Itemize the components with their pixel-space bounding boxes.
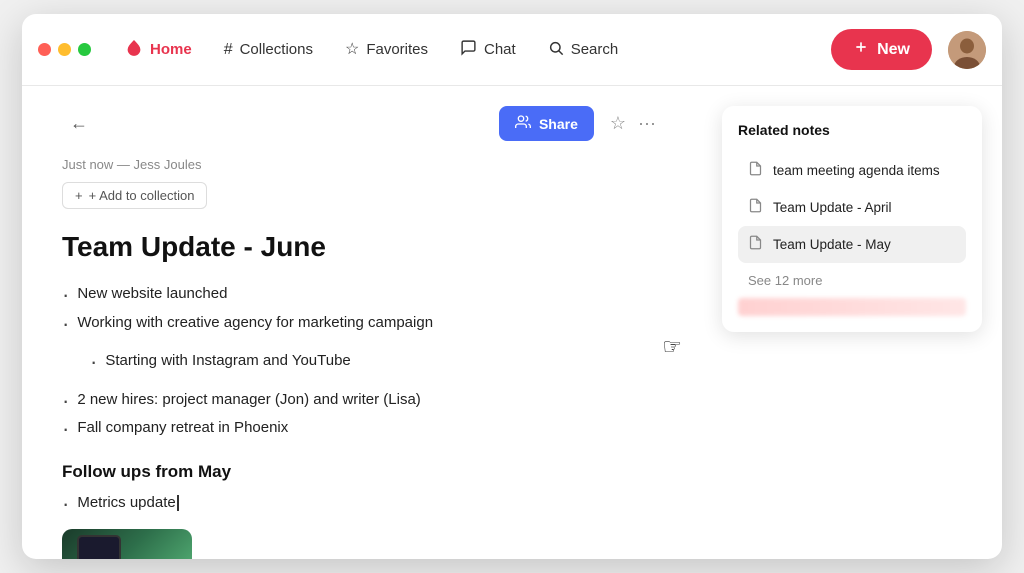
nav-chat-label: Chat	[484, 41, 516, 58]
related-note-label: Team Update - May	[773, 237, 891, 252]
main-nav: Home # Collections ☆ Favorites Chat	[111, 29, 986, 70]
list-item-text: 2 new hires: project manager (Jon) and w…	[77, 387, 420, 413]
followup-list: Metrics update	[62, 490, 662, 519]
traffic-light-red[interactable]	[38, 43, 51, 56]
image-preview	[62, 529, 192, 559]
list-item: 2 new hires: project manager (Jon) and w…	[62, 387, 662, 416]
list-item-text: Fall company retreat in Phoenix	[77, 415, 288, 441]
document-icon	[748, 161, 763, 180]
meta-text: Just now — Jess Joules	[62, 157, 662, 172]
document-title: Team Update - June	[62, 231, 662, 263]
list-item-text: Metrics update	[77, 490, 178, 516]
related-note-item-3[interactable]: Team Update - May	[738, 226, 966, 263]
related-note-item-2[interactable]: Team Update - April	[738, 189, 966, 226]
ellipsis-icon: ···	[638, 113, 656, 133]
nav-search-label: Search	[571, 41, 619, 58]
list-item: Fall company retreat in Phoenix	[62, 415, 662, 444]
share-button-label: Share	[539, 116, 578, 132]
list-item-text: Starting with Instagram and YouTube	[105, 348, 350, 374]
list-item-text: New website launched	[77, 281, 227, 307]
related-notes-title: Related notes	[738, 122, 966, 138]
related-notes-panel: Related notes team meeting agenda items	[702, 86, 1002, 559]
app-window: Home # Collections ☆ Favorites Chat	[22, 14, 1002, 559]
traffic-light-green[interactable]	[78, 43, 91, 56]
add-icon: +	[75, 188, 83, 203]
star-icon: ☆	[610, 113, 626, 133]
traffic-light-yellow[interactable]	[58, 43, 71, 56]
avatar-image	[948, 31, 986, 69]
section-heading: Follow ups from May	[62, 462, 662, 482]
list-item: New website launched	[62, 281, 662, 310]
text-cursor	[177, 495, 179, 511]
nav-home-label: Home	[150, 41, 192, 58]
see-more-link[interactable]: See 12 more	[738, 263, 966, 290]
bullet-list-2: 2 new hires: project manager (Jon) and w…	[62, 387, 662, 444]
nested-bullet-list: Starting with Instagram and YouTube	[90, 348, 662, 377]
list-item: Starting with Instagram and YouTube	[90, 348, 662, 377]
list-item: Working with creative agency for marketi…	[62, 310, 662, 339]
more-options-button[interactable]: ···	[632, 107, 662, 140]
related-note-item-1[interactable]: team meeting agenda items	[738, 152, 966, 189]
title-bar: Home # Collections ☆ Favorites Chat	[22, 14, 1002, 86]
avatar[interactable]	[948, 31, 986, 69]
related-note-label: Team Update - April	[773, 200, 892, 215]
nav-collections[interactable]: # Collections	[210, 33, 327, 66]
favorite-button[interactable]: ☆	[604, 107, 632, 140]
nav-favorites[interactable]: ☆ Favorites	[331, 33, 442, 66]
new-button[interactable]: New	[831, 29, 932, 70]
related-notes-card: Related notes team meeting agenda items	[722, 106, 982, 332]
back-icon: ←	[70, 113, 88, 133]
share-icon	[515, 114, 531, 133]
back-button[interactable]: ←	[62, 109, 96, 138]
favorites-icon: ☆	[345, 42, 359, 58]
nav-collections-label: Collections	[240, 41, 313, 58]
chat-icon	[460, 39, 477, 60]
add-collection-label: + Add to collection	[89, 188, 195, 203]
search-icon	[548, 40, 564, 60]
editor-area: ← Share ☆	[22, 86, 702, 559]
traffic-lights	[38, 43, 91, 56]
share-button[interactable]: Share	[499, 106, 594, 141]
bullet-list: New website launched Working with creati…	[62, 281, 662, 338]
editor-toolbar: ← Share ☆	[62, 106, 662, 141]
nav-chat[interactable]: Chat	[446, 31, 530, 68]
related-note-label: team meeting agenda items	[773, 163, 940, 178]
nav-favorites-label: Favorites	[366, 41, 428, 58]
blurred-preview	[738, 298, 966, 316]
new-button-label: New	[877, 41, 910, 59]
nav-home[interactable]: Home	[111, 31, 206, 69]
document-icon	[748, 235, 763, 254]
new-icon	[853, 39, 869, 60]
collections-icon: #	[224, 42, 233, 58]
home-icon	[125, 39, 143, 61]
nav-search[interactable]: Search	[534, 32, 633, 68]
list-item-text: Working with creative agency for marketi…	[77, 310, 433, 336]
list-item: Metrics update	[62, 490, 662, 519]
add-to-collection-button[interactable]: + + Add to collection	[62, 182, 207, 209]
document-icon	[748, 198, 763, 217]
main-content: ← Share ☆	[22, 86, 1002, 559]
